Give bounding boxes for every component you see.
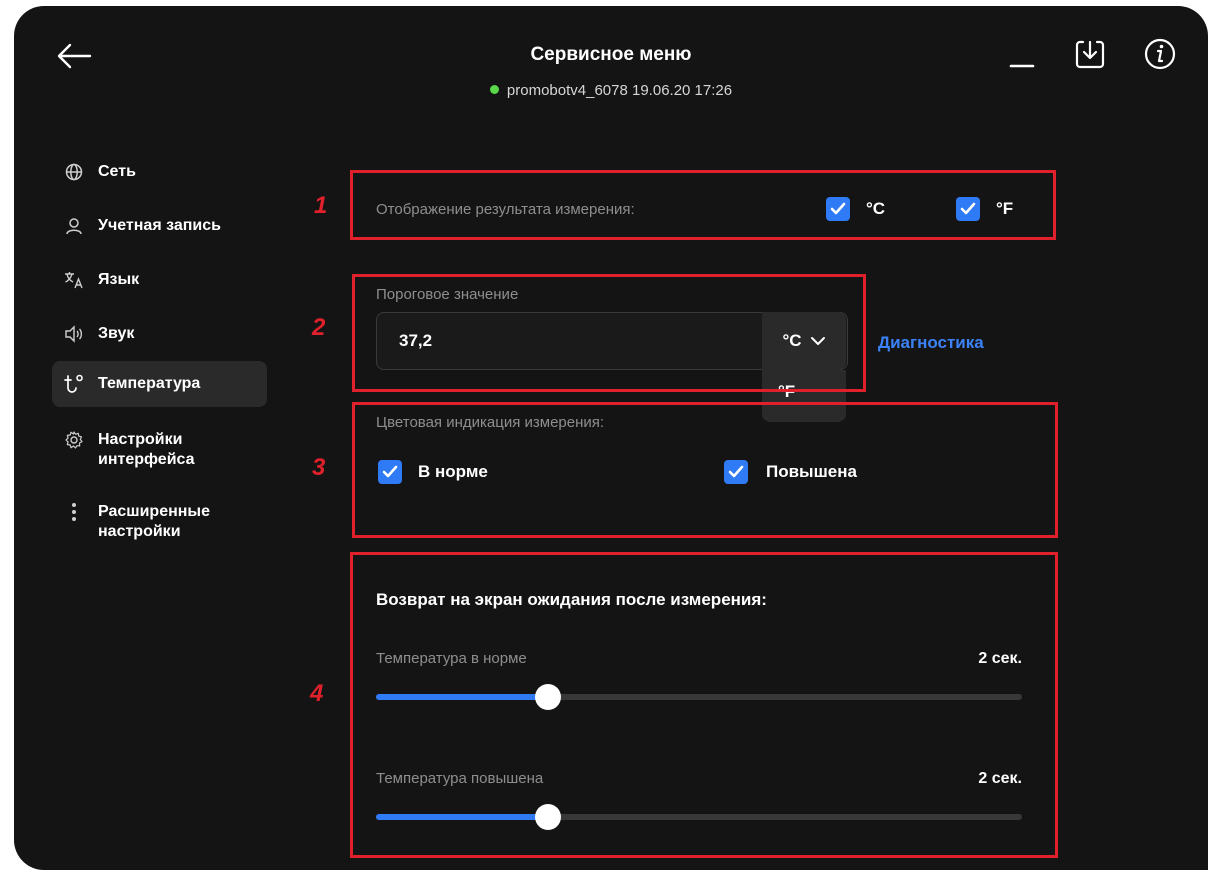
sidebar-item-label: Сеть: [98, 163, 136, 180]
unit-selected-value: °C: [782, 331, 802, 350]
sidebar-item-sound[interactable]: Звук: [52, 324, 267, 344]
gear-icon: [64, 430, 84, 450]
info-icon: [1144, 38, 1176, 70]
color-indication-label: Цветовая индикация измерения:: [376, 414, 605, 431]
translate-icon: [64, 270, 84, 290]
annotation-4: 4: [310, 680, 324, 707]
chevron-down-icon: [810, 337, 825, 345]
thermometer-icon: [64, 374, 84, 394]
threshold-value: 37,2: [399, 331, 433, 350]
check-icon: [728, 465, 744, 478]
annotation-2: 2: [312, 314, 326, 341]
slider-thumb[interactable]: [535, 684, 561, 710]
sidebar-item-label: Настройки интерфейса: [98, 431, 195, 468]
sidebar-item-network[interactable]: Сеть: [52, 162, 267, 182]
minimize-icon: [1009, 64, 1035, 68]
sidebar-item-label: Учетная запись: [98, 217, 221, 234]
download-icon: [1075, 40, 1105, 69]
slider-elevated-value: 2 сек.: [978, 770, 1022, 787]
annotation-3: 3: [312, 454, 326, 481]
sidebar-item-advanced-settings[interactable]: Расширенные настройки: [52, 502, 267, 542]
display-section-label: Отображение результата измерения:: [376, 201, 635, 218]
status-dot: [489, 85, 499, 94]
fahrenheit-label: °F: [996, 199, 1014, 218]
download-button[interactable]: [1072, 36, 1108, 72]
more-vertical-icon: [64, 502, 84, 522]
slider-thumb[interactable]: [535, 804, 561, 830]
sidebar-item-interface-settings[interactable]: Настройки интерфейса: [52, 430, 267, 470]
normal-label: В норме: [418, 462, 488, 481]
unit-option-fahrenheit[interactable]: °F: [778, 382, 795, 402]
device-info: promobotv4_6078 19.06.20 17:26: [506, 82, 733, 99]
elevated-checkbox[interactable]: [724, 460, 748, 484]
speaker-icon: [64, 324, 84, 344]
sidebar-item-temperature[interactable]: Температура: [52, 361, 267, 407]
slider-fill: [376, 694, 548, 700]
annotation-1: 1: [314, 192, 328, 219]
celsius-label: °C: [866, 199, 886, 218]
slider-normal-value: 2 сек.: [978, 650, 1022, 667]
slider-elevated-label: Температура повышена: [376, 770, 544, 787]
sidebar-item-label: Звук: [98, 325, 135, 342]
check-icon: [382, 465, 398, 478]
slider-normal[interactable]: [376, 684, 1022, 710]
elevated-label: Повышена: [766, 462, 857, 481]
threshold-label: Пороговое значение: [376, 286, 519, 303]
slider-elevated[interactable]: [376, 804, 1022, 830]
sidebar-item-label: Температура: [98, 375, 201, 392]
user-icon: [64, 216, 84, 236]
sidebar-item-label: Язык: [98, 271, 140, 288]
normal-checkbox[interactable]: [378, 460, 402, 484]
check-icon: [960, 202, 976, 215]
globe-icon: [64, 162, 84, 182]
app-window: Сервисное меню promobotv4_6078 19.06.20 …: [14, 6, 1208, 870]
slider-fill: [376, 814, 548, 820]
return-section-title: Возврат на экран ожидания после измерени…: [376, 590, 767, 609]
minimize-button[interactable]: [1004, 36, 1040, 72]
celsius-checkbox[interactable]: [826, 197, 850, 221]
slider-normal-label: Температура в норме: [376, 650, 527, 667]
info-button[interactable]: [1142, 36, 1178, 72]
sidebar-item-language[interactable]: Язык: [52, 270, 267, 290]
diagnostics-link[interactable]: Диагностика: [878, 333, 984, 353]
check-icon: [830, 202, 846, 215]
sidebar-item-label: Расширенные настройки: [98, 503, 210, 540]
device-status: promobotv4_6078 19.06.20 17:26: [14, 82, 1208, 99]
unit-dropdown-menu: °F: [762, 370, 846, 422]
unit-select[interactable]: °C: [762, 312, 846, 370]
sidebar-item-account[interactable]: Учетная запись: [52, 216, 267, 236]
fahrenheit-checkbox[interactable]: [956, 197, 980, 221]
